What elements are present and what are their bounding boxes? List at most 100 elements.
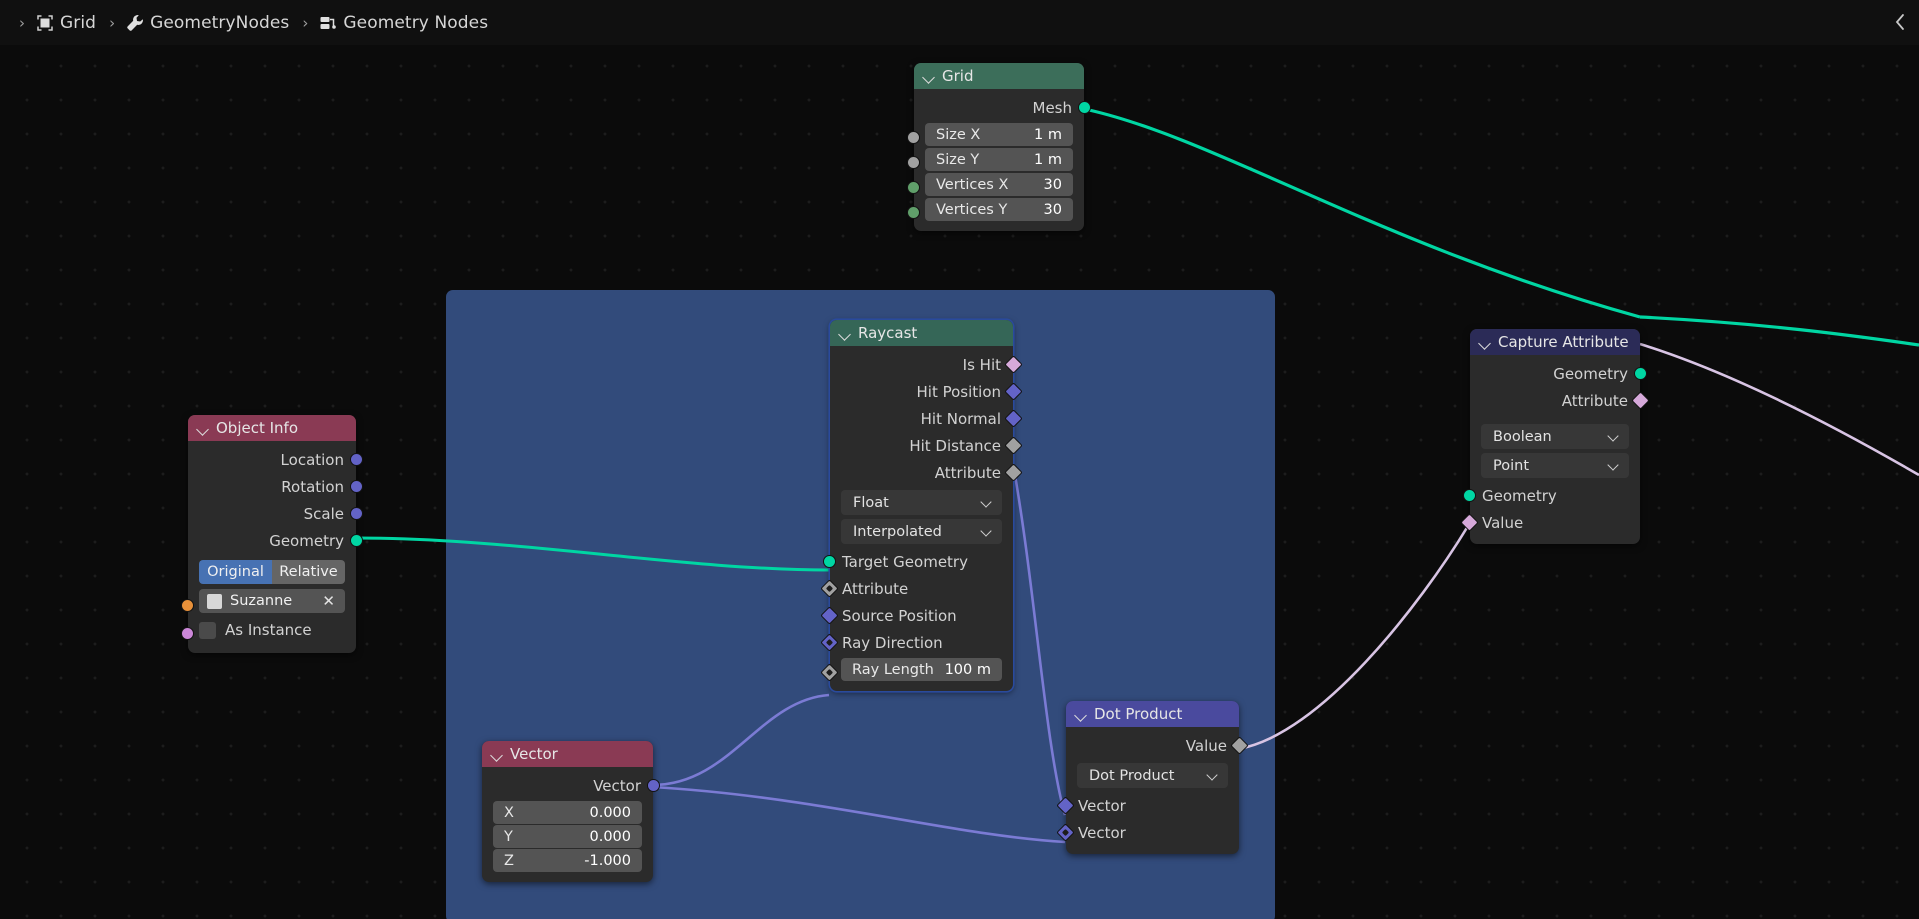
node-dot-product-header[interactable]: Dot Product — [1066, 701, 1239, 727]
link-capture-attribute-out — [1639, 342, 1919, 477]
prop-vertices-y[interactable]: Vertices Y 30 — [925, 198, 1073, 221]
socket-label-rotation: Rotation — [281, 477, 344, 496]
socket-vector-output[interactable] — [647, 779, 660, 792]
prop-vertices-x[interactable]: Vertices X 30 — [925, 173, 1073, 196]
socket-capture-value-input[interactable] — [1460, 513, 1479, 532]
link-grid-mesh — [1088, 108, 1641, 319]
transform-space-original[interactable]: Original — [199, 560, 272, 584]
node-vector-header[interactable]: Vector — [482, 741, 653, 767]
node-raycast-header[interactable]: Raycast — [830, 320, 1013, 346]
socket-label-hit-position: Hit Position — [916, 382, 1002, 401]
prop-size-y-value: 1 m — [1034, 151, 1062, 168]
prop-ray-length[interactable]: Ray Length 100 m — [841, 658, 1002, 681]
socket-row-capture-attribute-out: Attribute — [1470, 387, 1650, 414]
socket-object-geometry-output[interactable] — [350, 534, 363, 547]
node-capture-attribute[interactable]: Capture Attribute Geometry Attribute Boo… — [1460, 329, 1650, 544]
socket-scale-output[interactable] — [350, 507, 363, 520]
node-grid-header[interactable]: Grid — [914, 63, 1084, 89]
socket-row-dot-vector-1: Vector — [1056, 792, 1239, 819]
socket-size-x[interactable] — [907, 130, 920, 144]
node-capture-attribute-header[interactable]: Capture Attribute — [1470, 329, 1640, 355]
transform-space-relative[interactable]: Relative — [272, 560, 345, 584]
socket-target-geometry-input[interactable] — [823, 555, 836, 568]
socket-label-object-geometry: Geometry — [269, 531, 344, 550]
chevron-down-icon — [1608, 460, 1619, 471]
node-object-info[interactable]: Object Info Location Rotation Scale Geom… — [181, 415, 363, 653]
socket-row-hit-normal: Hit Normal — [830, 405, 1023, 432]
node-editor-canvas[interactable]: Grid Mesh Size X 1 m Size Y 1 m Vertices… — [0, 45, 1919, 919]
dropdown-vector-math-operation[interactable]: Dot Product — [1077, 763, 1228, 788]
breadcrumb-item-modifier[interactable]: GeometryNodes — [124, 12, 293, 34]
x-icon[interactable]: ✕ — [322, 593, 337, 609]
prop-size-y[interactable]: Size Y 1 m — [925, 148, 1073, 171]
collapse-chevron-icon[interactable] — [1479, 336, 1492, 349]
as-instance-checkbox-row[interactable]: As Instance — [199, 618, 345, 642]
prop-size-x-value: 1 m — [1034, 126, 1062, 143]
node-dot-product[interactable]: Dot Product Value Dot Product Vector Vec… — [1056, 701, 1249, 854]
socket-row-object-geometry: Geometry — [188, 527, 363, 554]
dropdown-raycast-data-type[interactable]: Float — [841, 490, 1002, 515]
node-raycast[interactable]: Raycast Is Hit Hit Position Hit Normal H… — [820, 320, 1023, 691]
socket-rotation-output[interactable] — [350, 480, 363, 493]
chevron-down-icon — [1207, 770, 1218, 781]
socket-row-capture-geometry-in: Geometry — [1463, 482, 1640, 509]
prop-vector-y[interactable]: Y 0.000 — [493, 825, 642, 848]
collapse-chevron-icon[interactable] — [197, 422, 210, 435]
socket-row-hit-distance: Hit Distance — [830, 432, 1023, 459]
socket-row-is-hit: Is Hit — [830, 351, 1023, 378]
node-vector-title: Vector — [510, 745, 558, 763]
chevron-down-icon — [981, 526, 992, 537]
collapse-chevron-icon[interactable] — [923, 70, 936, 83]
socket-as-instance[interactable] — [181, 626, 194, 640]
prop-vector-x-label: X — [504, 804, 514, 821]
geometry-nodes-icon — [317, 12, 339, 34]
socket-vertices-y[interactable] — [907, 205, 920, 219]
socket-capture-geometry-output[interactable] — [1634, 367, 1647, 380]
node-object-info-header[interactable]: Object Info — [188, 415, 356, 441]
prop-row-size-y: Size Y 1 m — [907, 148, 1084, 171]
collapse-chevron-icon[interactable] — [1075, 708, 1088, 721]
dropdown-raycast-data-type-value: Float — [853, 494, 889, 511]
socket-row-hit-position: Hit Position — [830, 378, 1023, 405]
dropdown-capture-domain[interactable]: Point — [1481, 453, 1629, 478]
object-selector[interactable]: Suzanne ✕ — [199, 589, 345, 613]
socket-location-output[interactable] — [350, 453, 363, 466]
collapse-chevron-icon[interactable] — [839, 327, 852, 340]
link-capture-geometry-out — [1639, 315, 1919, 347]
prop-vector-z[interactable]: Z -1.000 — [493, 849, 642, 872]
socket-row-vector-output: Vector — [482, 772, 660, 799]
socket-vertices-x[interactable] — [907, 180, 920, 194]
prop-vertices-x-label: Vertices X — [936, 176, 1009, 193]
transform-space-toggle[interactable]: Original Relative — [199, 560, 345, 584]
chevron-down-icon — [981, 497, 992, 508]
socket-row-dot-vector-2: Vector — [1056, 819, 1239, 846]
node-grid[interactable]: Grid Mesh Size X 1 m Size Y 1 m Vertices… — [907, 63, 1091, 231]
as-instance-checkbox[interactable] — [199, 621, 216, 639]
chevron-left-icon[interactable] — [1890, 9, 1910, 35]
dropdown-raycast-mapping-value: Interpolated — [853, 523, 942, 540]
node-object-info-title: Object Info — [216, 419, 299, 437]
socket-row-source-position: Source Position — [820, 602, 1013, 629]
socket-row-capture-geometry-out: Geometry — [1470, 360, 1647, 387]
prop-size-x[interactable]: Size X 1 m — [925, 123, 1073, 146]
dropdown-vector-math-operation-value: Dot Product — [1089, 767, 1175, 784]
prop-vector-y-label: Y — [504, 828, 513, 845]
dropdown-capture-data-type[interactable]: Boolean — [1481, 424, 1629, 449]
as-instance-label: As Instance — [225, 621, 312, 639]
node-vector[interactable]: Vector Vector X 0.000 Y 0.000 Z -1.000 — [482, 741, 660, 882]
socket-row-capture-value-in: Value — [1460, 509, 1640, 536]
socket-label-capture-value-in: Value — [1482, 513, 1524, 532]
socket-capture-geometry-input[interactable] — [1463, 489, 1476, 502]
breadcrumb-item-nodetree[interactable]: Geometry Nodes — [317, 12, 492, 34]
socket-object-input[interactable] — [181, 598, 194, 612]
socket-mesh-output[interactable] — [1078, 101, 1091, 114]
socket-size-y[interactable] — [907, 155, 920, 169]
breadcrumb-item-object[interactable]: Grid — [34, 12, 100, 34]
socket-label-hit-distance: Hit Distance — [909, 436, 1001, 455]
socket-label-raycast-attribute: Attribute — [934, 463, 1001, 482]
collapse-chevron-icon[interactable] — [491, 748, 504, 761]
socket-capture-attribute-output[interactable] — [1631, 391, 1650, 410]
dropdown-raycast-mapping[interactable]: Interpolated — [841, 519, 1002, 544]
prop-vector-x[interactable]: X 0.000 — [493, 801, 642, 824]
prop-vector-z-value: -1.000 — [584, 852, 631, 869]
